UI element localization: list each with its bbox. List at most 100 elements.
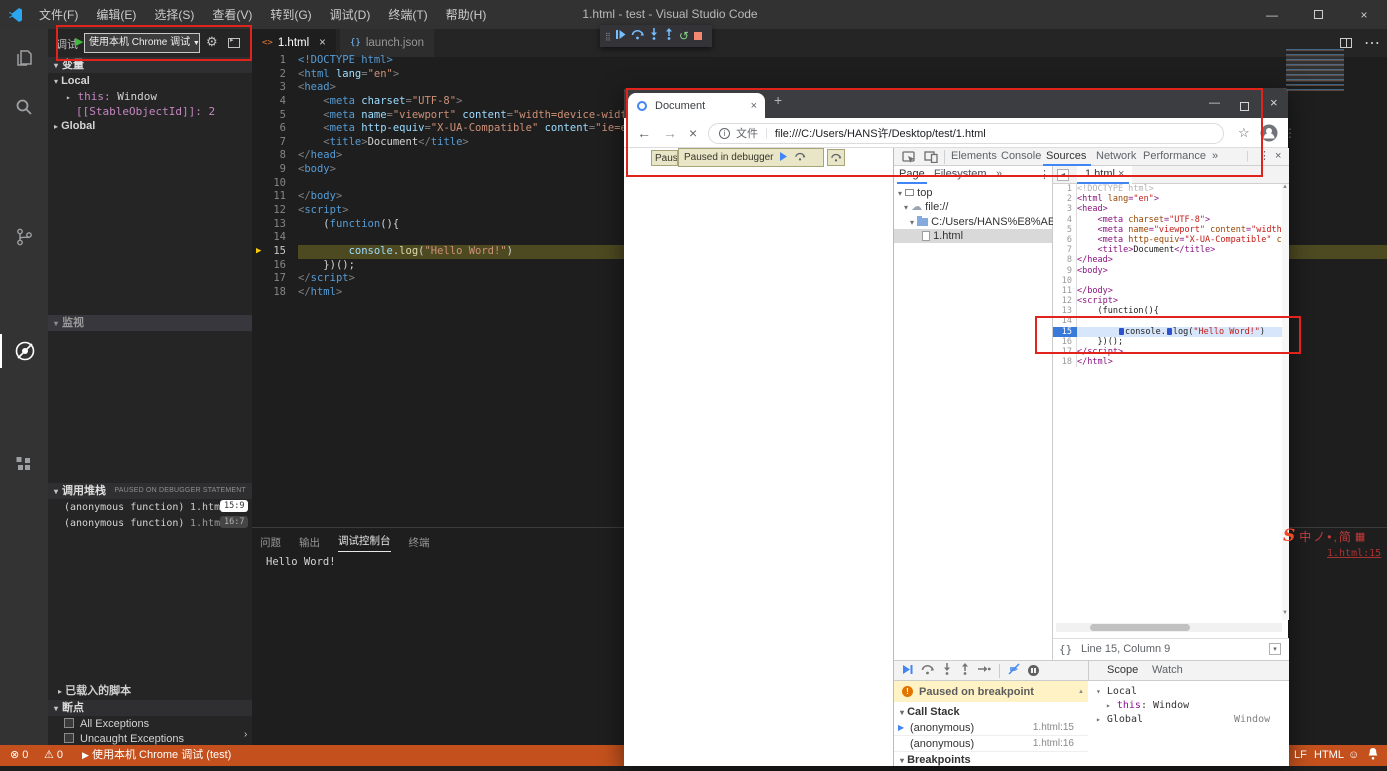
checkbox[interactable] bbox=[64, 733, 74, 743]
resume-icon[interactable] bbox=[902, 664, 913, 678]
ime-grid-icon[interactable]: ▦ bbox=[1355, 530, 1365, 543]
checkbox[interactable] bbox=[64, 718, 74, 728]
eol-indicator[interactable]: LF bbox=[1294, 745, 1307, 766]
menu-edit[interactable]: 编辑(E) bbox=[87, 6, 145, 23]
tab-1html[interactable]: <> 1.html × bbox=[252, 29, 336, 57]
minimap-slider[interactable] bbox=[1286, 56, 1344, 82]
restore-button[interactable] bbox=[1295, 0, 1341, 29]
errors-indicator[interactable]: ⊗ 0 bbox=[10, 745, 28, 766]
watch-section-header[interactable]: ▾ 监视 bbox=[48, 315, 252, 331]
code-line[interactable]: 7 <title>Document</title> bbox=[1053, 245, 1282, 256]
tree-item-1html[interactable]: 1.html bbox=[894, 229, 1052, 243]
chrome-close-button[interactable]: × bbox=[1270, 88, 1278, 118]
step-over-icon[interactable] bbox=[921, 664, 934, 678]
code-line[interactable]: 1 <!DOCTYPE html> bbox=[252, 54, 1387, 68]
callstack-frame[interactable]: (anonymous function) 1.html 16:7 bbox=[48, 516, 252, 531]
menu-file[interactable]: 文件(F) bbox=[30, 6, 87, 23]
scroll-up-icon[interactable]: ▲ bbox=[1078, 689, 1084, 695]
breakpoints-section-header[interactable]: ▾ 断点 bbox=[48, 700, 252, 716]
split-editor-icon[interactable] bbox=[1340, 38, 1352, 48]
step-into-icon[interactable] bbox=[942, 663, 952, 678]
debug-icon[interactable] bbox=[0, 334, 48, 368]
code-line[interactable]: 9 <body> bbox=[1053, 265, 1282, 276]
notifications-bell-icon[interactable] bbox=[1368, 745, 1378, 766]
editor-vscrollbar[interactable]: ▲ ▼ bbox=[1282, 184, 1289, 620]
scroll-down-icon[interactable]: ▼ bbox=[1282, 610, 1288, 616]
context-selector[interactable]: ▾ bbox=[1269, 643, 1281, 655]
callstack-header[interactable]: ▾ Call Stack bbox=[900, 704, 960, 720]
chrome-menu-icon[interactable]: ⋮ bbox=[1284, 118, 1296, 148]
close-button[interactable]: × bbox=[1341, 0, 1387, 29]
tab-launchjson[interactable]: {} launch.json bbox=[340, 29, 435, 57]
explorer-icon[interactable] bbox=[0, 41, 48, 75]
code-line[interactable]: 11 </body> bbox=[1053, 285, 1282, 297]
restart-icon[interactable]: ↺ bbox=[679, 30, 689, 42]
variables-global[interactable]: ▸ Global bbox=[54, 119, 258, 134]
language-indicator[interactable]: HTML bbox=[1314, 745, 1344, 766]
code-line[interactable]: 2 <html lang="en"> bbox=[252, 68, 1387, 82]
step-into-icon[interactable] bbox=[649, 27, 659, 45]
code-line[interactable]: 3 <head> bbox=[1053, 204, 1282, 215]
tab-watch[interactable]: Watch bbox=[1152, 664, 1183, 676]
step-out-icon[interactable] bbox=[664, 27, 674, 45]
code-line[interactable]: 13 (function(){ bbox=[1053, 306, 1282, 317]
warnings-indicator[interactable]: ⚠ 0 bbox=[44, 745, 63, 766]
ime-status-text[interactable]: 中ノ•,简 bbox=[1299, 528, 1353, 545]
panel-tab-terminal[interactable]: 终端 bbox=[409, 535, 430, 550]
extensions-icon[interactable] bbox=[0, 447, 48, 481]
stop-icon[interactable] bbox=[693, 32, 702, 40]
code-line[interactable]: 5 <meta name="viewport" content="width=d… bbox=[1053, 224, 1282, 235]
devtools-close-icon[interactable]: × bbox=[1275, 148, 1281, 166]
code-line[interactable]: 18 </html> bbox=[1053, 357, 1282, 368]
code-line[interactable]: 4 <meta charset="UTF-8"> bbox=[1053, 214, 1282, 225]
chevron-right-icon[interactable]: › bbox=[244, 729, 247, 740]
more-actions-icon[interactable]: ⋯ bbox=[1364, 33, 1381, 53]
continue-icon[interactable] bbox=[615, 27, 626, 45]
tree-item-top[interactable]: ▾ top bbox=[898, 186, 932, 200]
step-out-icon[interactable] bbox=[960, 663, 970, 678]
debug-status[interactable]: ▶ 使用本机 Chrome 调试 (test) bbox=[82, 745, 231, 766]
scroll-up-icon[interactable]: ▲ bbox=[1282, 184, 1288, 190]
tab-scope[interactable]: Scope bbox=[1107, 664, 1138, 676]
code-line[interactable]: 1 <!DOCTYPE html> bbox=[1053, 184, 1282, 195]
breakpoint-all-exceptions[interactable]: All Exceptions bbox=[64, 717, 268, 732]
close-tab-icon[interactable]: × bbox=[319, 37, 326, 49]
ime-statusbar[interactable]: S 中ノ•,简 ▦ bbox=[1283, 524, 1387, 548]
step-icon[interactable] bbox=[978, 664, 991, 677]
code-line[interactable]: 10 bbox=[1053, 275, 1282, 286]
editor-hscrollbar[interactable] bbox=[1056, 623, 1282, 632]
menu-view[interactable]: 查看(V) bbox=[203, 6, 261, 23]
pause-on-exceptions-icon[interactable] bbox=[1028, 665, 1039, 676]
code-line[interactable]: 6 <meta http-equiv="X-UA-Compatible" con… bbox=[1053, 234, 1282, 246]
callstack-frame[interactable]: ▶ (anonymous) 1.html:15 bbox=[894, 720, 1088, 736]
step-over-icon[interactable] bbox=[631, 27, 644, 45]
callstack-frame[interactable]: (anonymous function) 1.html 15:9 bbox=[48, 500, 252, 515]
panel-tab-problems[interactable]: 问题 bbox=[260, 535, 281, 550]
loaded-scripts-section[interactable]: ▸ 已载入的脚本 bbox=[58, 684, 262, 699]
callstack-frame[interactable]: (anonymous) 1.html:16 bbox=[894, 736, 1088, 752]
menu-debug[interactable]: 调试(D) bbox=[321, 6, 380, 23]
minimize-button[interactable]: — bbox=[1249, 0, 1295, 29]
feedback-icon[interactable]: ☺ bbox=[1348, 745, 1359, 766]
deactivate-breakpoints-icon[interactable] bbox=[1008, 663, 1020, 678]
panel-tab-debug-console[interactable]: 调试控制台 bbox=[338, 533, 391, 552]
paused-location-link[interactable]: 1.html:15 bbox=[1327, 548, 1381, 559]
devtools-source-editor[interactable]: 1 <!DOCTYPE html> 2 <html lang="en"> 3 <head>… bbox=[1053, 184, 1282, 620]
code-line[interactable]: 8 </head> bbox=[1053, 255, 1282, 266]
code-line[interactable]: 2 <html lang="en"> bbox=[1053, 194, 1282, 205]
tree-item-file[interactable]: ▾ ☁ file:// bbox=[904, 200, 948, 214]
menu-goto[interactable]: 转到(G) bbox=[261, 6, 320, 23]
callstack-section-header[interactable]: ▾ 调用堆栈 PAUSED ON DEBUGGER STATEMENT bbox=[48, 483, 252, 499]
variables-this[interactable]: ▸ this: Window bbox=[66, 89, 270, 104]
pretty-print-icon[interactable]: {} bbox=[1059, 643, 1072, 656]
page-viewport[interactable] bbox=[624, 148, 893, 766]
panel-tab-output[interactable]: 输出 bbox=[299, 535, 320, 550]
menu-terminal[interactable]: 终端(T) bbox=[379, 6, 436, 23]
search-icon[interactable] bbox=[0, 90, 48, 124]
drag-handle[interactable]: ⣿ bbox=[605, 32, 611, 41]
variables-local[interactable]: ▾ Local bbox=[54, 74, 258, 89]
code-line[interactable]: 12 <script> bbox=[1053, 296, 1282, 307]
menu-selection[interactable]: 选择(S) bbox=[145, 6, 203, 23]
source-control-icon[interactable] bbox=[0, 220, 48, 254]
scope-global[interactable]: ▸ Global bbox=[1096, 712, 1143, 728]
